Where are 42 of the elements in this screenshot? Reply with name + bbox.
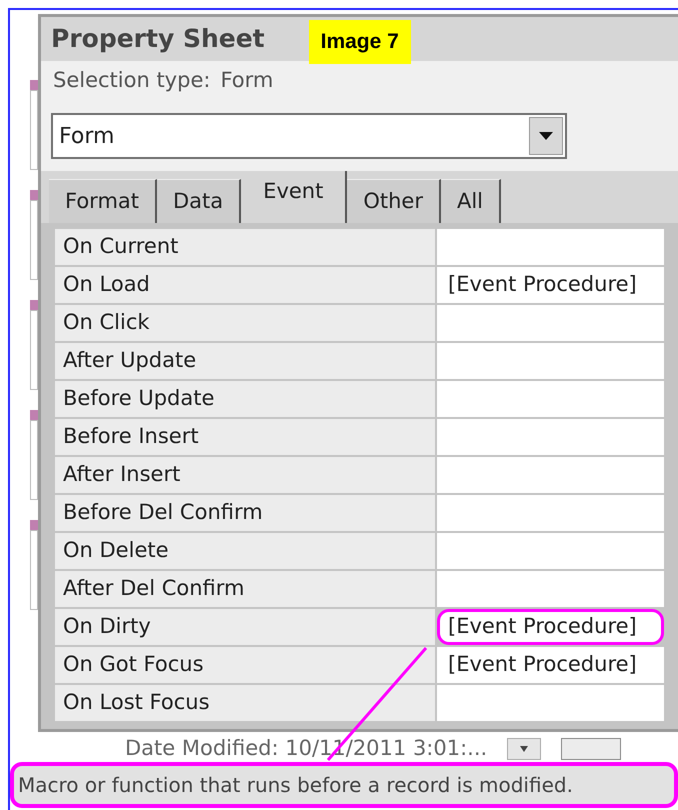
property-name: On Lost Focus xyxy=(55,685,435,721)
control-marker-icon xyxy=(30,80,38,170)
control-marker-icon xyxy=(30,520,38,610)
property-name: On Click xyxy=(55,305,435,341)
scroll-thumb-icon[interactable] xyxy=(561,738,622,760)
property-value[interactable] xyxy=(437,343,664,379)
property-value[interactable]: [Event Procedure] xyxy=(437,647,664,683)
tab[interactable]: Data xyxy=(157,179,242,223)
property-name: After Del Confirm xyxy=(55,571,435,607)
control-marker-icon xyxy=(30,190,38,280)
property-value[interactable] xyxy=(437,533,664,569)
property-value[interactable] xyxy=(437,229,664,265)
property-value[interactable] xyxy=(437,419,664,455)
property-name: On Dirty xyxy=(55,609,435,645)
tab[interactable]: Other xyxy=(347,179,441,223)
property-name: On Got Focus xyxy=(55,647,435,683)
property-name: Before Update xyxy=(55,381,435,417)
property-name: Before Insert xyxy=(55,419,435,455)
selection-type-label: Selection type: xyxy=(53,67,210,94)
property-name: After Update xyxy=(55,343,435,379)
panel-title: Property Sheet xyxy=(51,23,265,56)
tab[interactable]: Format xyxy=(49,179,158,223)
property-value[interactable] xyxy=(437,457,664,493)
property-name: On Delete xyxy=(55,533,435,569)
property-value[interactable]: [Event Procedure] xyxy=(437,267,664,303)
property-name: On Load xyxy=(55,267,435,303)
property-name: Before Del Confirm xyxy=(55,495,435,531)
image-label: Image 7 xyxy=(308,20,411,64)
property-value[interactable] xyxy=(437,495,664,531)
tab[interactable]: All xyxy=(440,179,502,223)
property-value[interactable] xyxy=(437,571,664,607)
status-text: Macro or function that runs before a record is modified. xyxy=(18,772,573,799)
property-value[interactable] xyxy=(437,381,664,417)
property-value[interactable] xyxy=(437,685,664,721)
selection-type-value: Form xyxy=(220,67,274,94)
property-name: On Current xyxy=(55,229,435,265)
object-dropdown[interactable]: Form xyxy=(51,113,567,159)
property-name: After Insert xyxy=(55,457,435,493)
property-value[interactable]: [Event Procedure] xyxy=(437,609,664,645)
control-marker-icon xyxy=(30,410,38,500)
property-value[interactable] xyxy=(437,305,664,341)
control-marker-icon xyxy=(30,300,38,390)
